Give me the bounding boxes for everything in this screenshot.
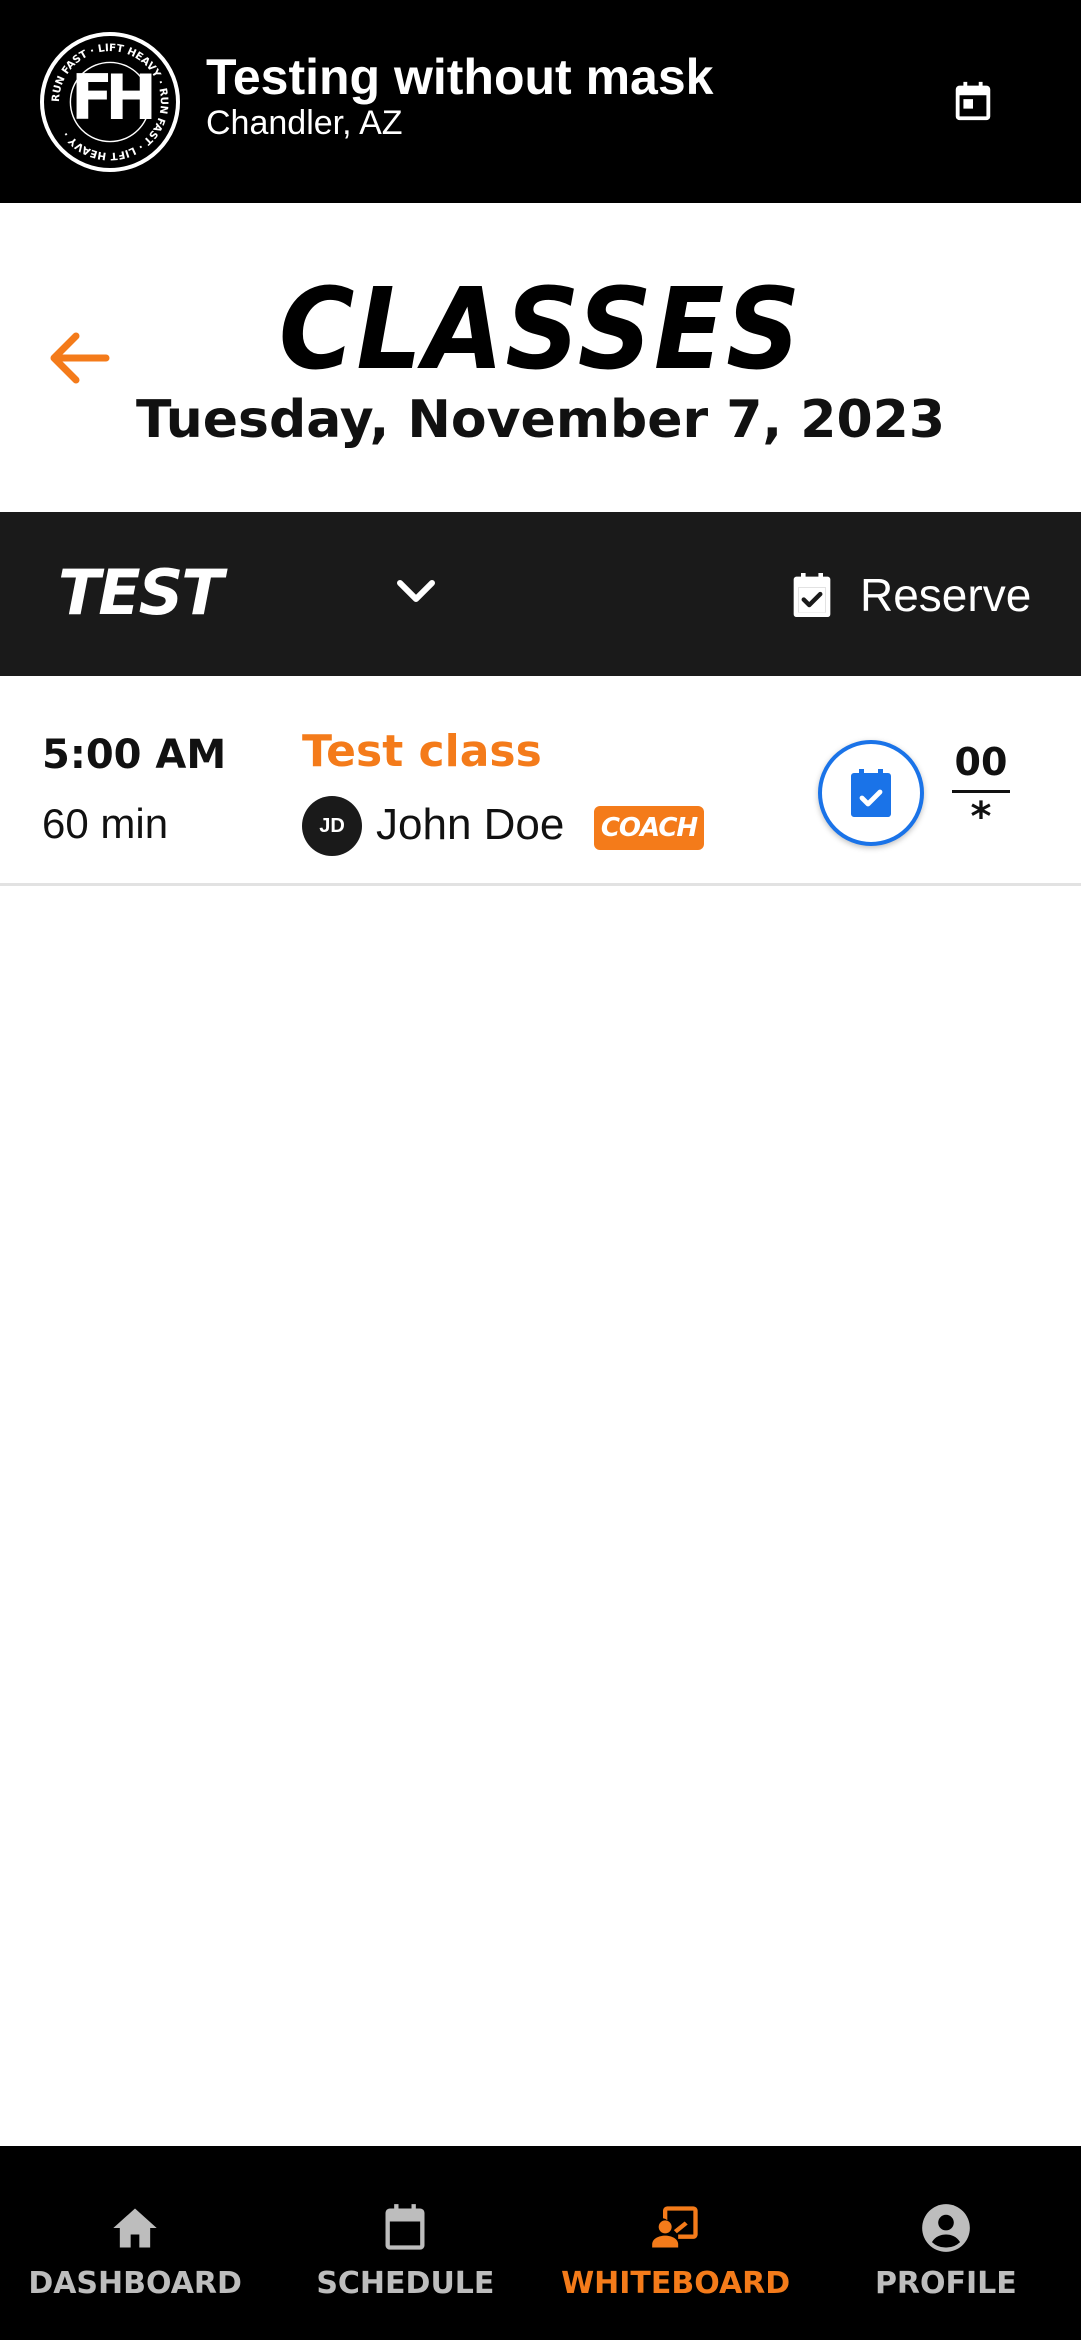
reserve-label: Reserve [860,569,1032,621]
page-title: CLASSES [278,265,803,395]
class-type-selector[interactable]: TEST [58,556,224,629]
home-icon [113,2208,157,2248]
coach-avatar: JD [302,796,362,856]
calendar-check-icon [851,769,891,817]
reserve-button[interactable]: Reserve [790,560,1031,630]
calendar-icon[interactable] [950,78,996,124]
profile-icon [922,2204,970,2252]
gym-location: Chandler, AZ [206,104,403,142]
nav-schedule[interactable]: SCHEDULE [270,2146,540,2340]
nav-label: PROFILE [874,2266,1017,2301]
spots-taken: 00 [954,740,1008,784]
page-date: Tuesday, November 7, 2023 [135,390,946,450]
gym-logo: RUN FAST · LIFT HEAVY · RUN FAST · LIFT … [40,32,180,172]
app-header: RUN FAST · LIFT HEAVY · RUN FAST · LIFT … [0,0,1081,203]
class-row[interactable]: 5:00 AM 60 min Test class JD John Doe CO… [0,676,1081,886]
coach-name: John Doe [376,800,565,849]
class-name[interactable]: Test class [302,726,542,777]
whiteboard-icon [651,2206,698,2248]
calendar-check-icon [793,573,831,617]
nav-label: WHITEBOARD [561,2266,791,2301]
bottom-nav: DASHBOARD SCHEDULE WHITEBOARD PROFILE [0,2146,1081,2340]
gym-name: Testing without mask [206,49,714,105]
spots-divider [952,790,1010,793]
class-filter-bar: TEST Reserve [0,512,1081,676]
logo-mark: FH [70,61,157,135]
class-time: 5:00 AM [42,732,227,778]
nav-label: DASHBOARD [28,2266,242,2301]
class-duration: 60 min [42,800,169,847]
coach-badge: COACH [594,806,704,850]
nav-dashboard[interactable]: DASHBOARD [0,2146,270,2340]
nav-profile[interactable]: PROFILE [811,2146,1081,2340]
spots-total: * [970,794,992,840]
reserve-class-button[interactable] [818,740,924,846]
chevron-down-icon[interactable] [394,574,438,610]
nav-label: SCHEDULE [316,2266,495,2301]
calendar-icon [385,2204,425,2250]
nav-whiteboard[interactable]: WHITEBOARD [541,2146,811,2340]
